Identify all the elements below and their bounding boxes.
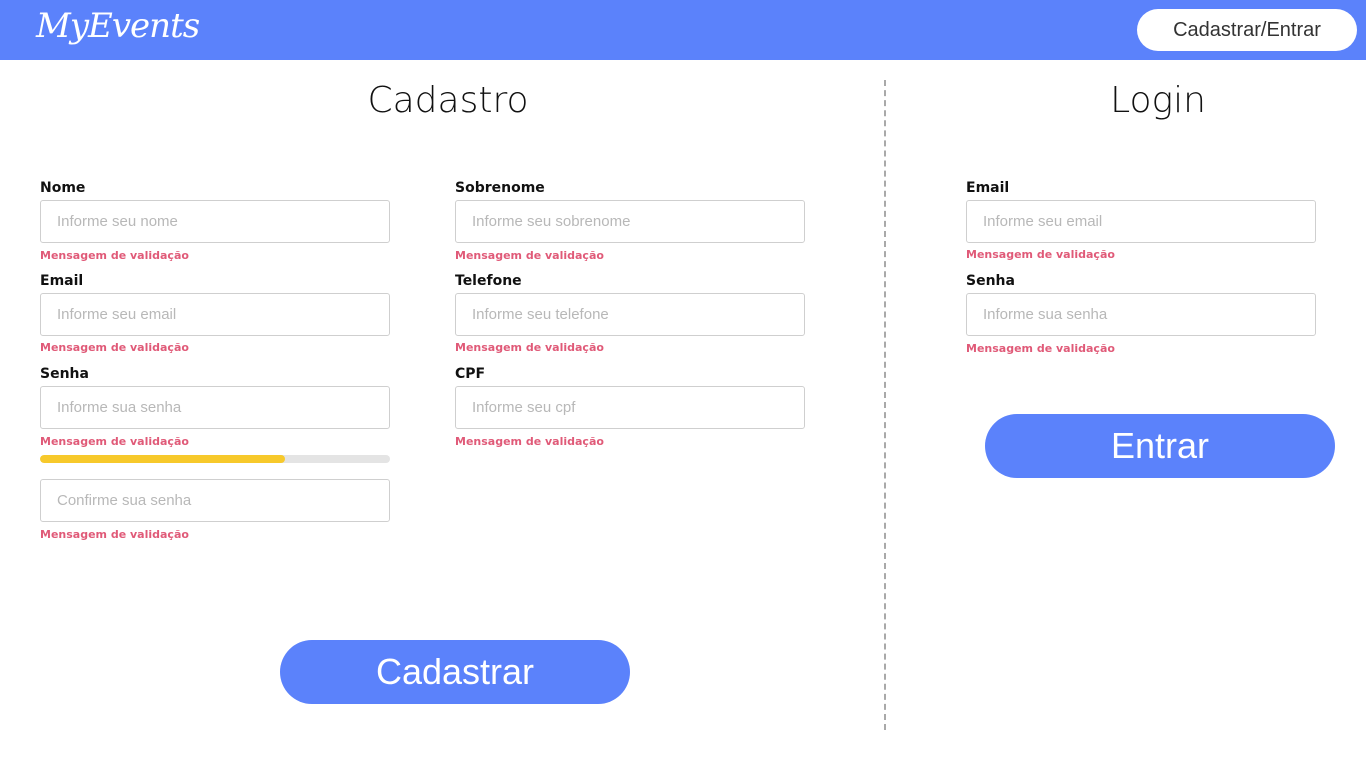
register-senha-input[interactable] — [40, 386, 390, 429]
login-email-input[interactable] — [966, 200, 1316, 243]
register-email-validation: Mensagem de validação — [40, 341, 189, 354]
section-divider — [884, 80, 886, 730]
entrar-button[interactable]: Entrar — [985, 414, 1335, 478]
register-login-nav-button[interactable]: Cadastrar/Entrar — [1137, 9, 1357, 51]
top-bar: MyEvents Cadastrar/Entrar — [0, 0, 1366, 60]
register-senha-validation: Mensagem de validação — [40, 435, 189, 448]
cpf-label: CPF — [455, 366, 486, 382]
nome-validation: Mensagem de validação — [40, 249, 189, 262]
login-email-validation: Mensagem de validação — [966, 248, 1115, 261]
login-email-label: Email — [966, 180, 1010, 196]
telefone-input[interactable] — [455, 293, 805, 336]
register-title: Cadastro — [367, 80, 529, 121]
confirm-senha-validation: Mensagem de validação — [40, 528, 189, 541]
nome-label: Nome — [40, 180, 86, 196]
register-senha-label: Senha — [40, 366, 89, 382]
confirm-senha-input[interactable] — [40, 479, 390, 522]
login-senha-input[interactable] — [966, 293, 1316, 336]
telefone-label: Telefone — [455, 273, 522, 289]
cpf-input[interactable] — [455, 386, 805, 429]
nome-input[interactable] — [40, 200, 390, 243]
login-title: Login — [1110, 80, 1206, 121]
sobrenome-label: Sobrenome — [455, 180, 545, 196]
register-email-label: Email — [40, 273, 84, 289]
cpf-validation: Mensagem de validação — [455, 435, 604, 448]
sobrenome-validation: Mensagem de validação — [455, 249, 604, 262]
cadastrar-button[interactable]: Cadastrar — [280, 640, 630, 704]
sobrenome-input[interactable] — [455, 200, 805, 243]
password-strength-fill — [40, 455, 285, 463]
logo[interactable]: MyEvents — [36, 6, 200, 46]
login-senha-label: Senha — [966, 273, 1015, 289]
password-strength-bar — [40, 455, 390, 463]
telefone-validation: Mensagem de validação — [455, 341, 604, 354]
login-senha-validation: Mensagem de validação — [966, 342, 1115, 355]
register-email-input[interactable] — [40, 293, 390, 336]
